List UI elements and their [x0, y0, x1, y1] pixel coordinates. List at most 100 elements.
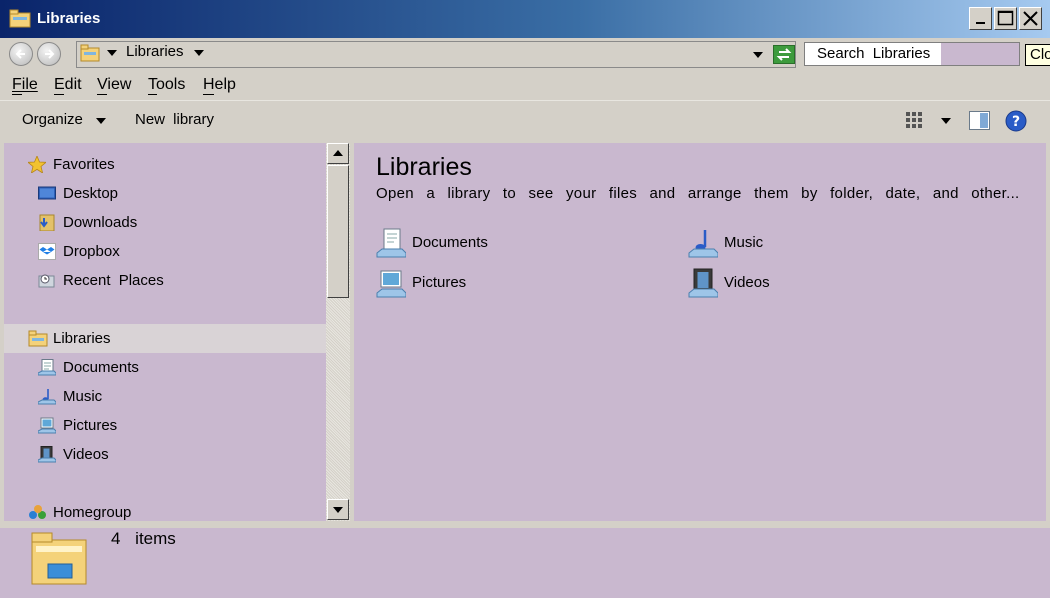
menu-tools-label: Tools: [148, 76, 186, 93]
library-videos[interactable]: Videos: [688, 266, 888, 300]
recent-places-icon: [38, 274, 55, 288]
search-input[interactable]: Search Libraries: [805, 43, 941, 65]
chevron-down-icon[interactable]: [193, 49, 205, 57]
view-dropdown-icon[interactable]: [941, 118, 951, 124]
page-title: Libraries: [376, 153, 472, 181]
address-bar[interactable]: [76, 41, 796, 68]
search-box[interactable]: Search Libraries: [804, 42, 1020, 66]
nav-item-label: Recent Places: [63, 272, 164, 289]
menu-help-label: Help: [203, 76, 236, 93]
mnemonic-underline: [54, 94, 64, 95]
downloads-icon: [39, 214, 55, 231]
maximize-button[interactable]: [994, 7, 1017, 30]
mnemonic-underline: [12, 94, 22, 95]
library-documents[interactable]: Documents: [376, 226, 576, 260]
maximize-icon: [997, 10, 1014, 26]
libraries-icon: [31, 532, 87, 585]
nav-item-label: Libraries: [53, 330, 111, 347]
title-bar: [0, 0, 1050, 38]
library-label: Music: [724, 234, 764, 251]
dropbox-icon: [38, 243, 56, 260]
nav-item-label: Homegroup: [53, 504, 132, 521]
window-title: Libraries: [37, 10, 101, 27]
scroll-up-icon: [333, 150, 343, 156]
minimize-button[interactable]: [969, 7, 992, 30]
documents-icon: [38, 359, 56, 376]
new-library-button[interactable]: New library: [135, 111, 214, 128]
close-icon: [1023, 11, 1038, 26]
nav-item-label: Dropbox: [63, 243, 120, 260]
nav-item-favorites[interactable]: Favorites: [4, 150, 326, 179]
menu-view[interactable]: View: [97, 76, 131, 94]
nav-item-label: Documents: [63, 359, 139, 376]
svg-text:?: ?: [1012, 114, 1020, 130]
nav-item-documents[interactable]: Documents: [4, 353, 326, 382]
page-description: Open a library to see your files and arr…: [376, 185, 1020, 202]
libraries-icon: [80, 44, 100, 62]
mnemonic-underline: [148, 94, 157, 95]
chevron-down-icon: [96, 118, 106, 124]
homegroup-icon: [29, 505, 46, 519]
preview-pane-icon[interactable]: [969, 111, 990, 130]
back-arrow-icon: [15, 49, 25, 59]
nav-item-label: Videos: [63, 446, 109, 463]
address-history-dropdown-icon[interactable]: [753, 52, 763, 58]
nav-item-pictures[interactable]: Pictures: [4, 411, 326, 440]
scroll-down-button[interactable]: [327, 499, 349, 520]
mnemonic-underline: [97, 94, 107, 95]
close-button[interactable]: [1019, 7, 1042, 30]
menu-tools[interactable]: Tools: [148, 76, 185, 94]
mnemonic-underline: [203, 94, 214, 95]
scroll-thumb[interactable]: [327, 165, 349, 298]
music-icon: [38, 389, 56, 405]
library-label: Documents: [412, 234, 488, 251]
pictures-icon: [376, 270, 406, 298]
libraries-icon: [28, 330, 48, 347]
item-count: 4 items: [111, 529, 176, 548]
menu-help[interactable]: Help: [203, 76, 236, 94]
star-icon: [28, 156, 46, 173]
forward-button[interactable]: [37, 42, 61, 66]
nav-item-label: Favorites: [53, 156, 115, 173]
nav-item-label: Pictures: [63, 417, 118, 434]
nav-item-recent-places[interactable]: Recent Places: [4, 266, 326, 295]
library-label: Videos: [724, 274, 770, 291]
back-button[interactable]: [9, 42, 33, 66]
menu-edit[interactable]: Edit: [54, 76, 82, 94]
scroll-down-icon: [333, 507, 343, 513]
organize-button[interactable]: Organize: [22, 111, 83, 128]
tooltip: Clo: [1025, 44, 1050, 66]
scroll-up-button[interactable]: [327, 143, 349, 164]
music-icon: [688, 230, 718, 258]
refresh-button[interactable]: [773, 45, 795, 64]
nav-item-label: Music: [63, 388, 103, 405]
breadcrumb-dropdown-icon[interactable]: [106, 49, 118, 57]
nav-item-label: Downloads: [63, 214, 138, 231]
libraries-icon: [9, 9, 31, 28]
nav-item-desktop[interactable]: Desktop: [4, 179, 326, 208]
minimize-icon: [976, 22, 985, 24]
documents-icon: [376, 228, 406, 258]
navigation-pane: Favorites Desktop Downloads Dropbox Rece…: [4, 143, 326, 521]
nav-item-libraries[interactable]: Libraries: [4, 324, 326, 353]
nav-item-label: Desktop: [63, 185, 119, 202]
menu-file-label: File: [12, 76, 38, 93]
videos-icon: [688, 268, 718, 298]
pictures-icon: [38, 417, 56, 434]
videos-icon: [38, 446, 56, 463]
menu-file[interactable]: File: [12, 76, 38, 94]
nav-item-videos[interactable]: Videos: [4, 440, 326, 469]
nav-item-homegroup[interactable]: Homegroup: [4, 498, 326, 521]
desktop-icon: [38, 186, 56, 200]
breadcrumb-libraries[interactable]: Libraries: [126, 43, 184, 60]
nav-item-dropbox[interactable]: Dropbox: [4, 237, 326, 266]
nav-item-downloads[interactable]: Downloads: [4, 208, 326, 237]
library-label: Pictures: [412, 274, 467, 291]
library-music[interactable]: Music: [688, 226, 888, 260]
view-options-icon[interactable]: [905, 111, 923, 129]
nav-item-music[interactable]: Music: [4, 382, 326, 411]
help-icon[interactable]: ?: [1005, 110, 1027, 132]
library-pictures[interactable]: Pictures: [376, 266, 576, 300]
menu-view-label: View: [97, 76, 132, 93]
menu-edit-label: Edit: [54, 76, 82, 93]
